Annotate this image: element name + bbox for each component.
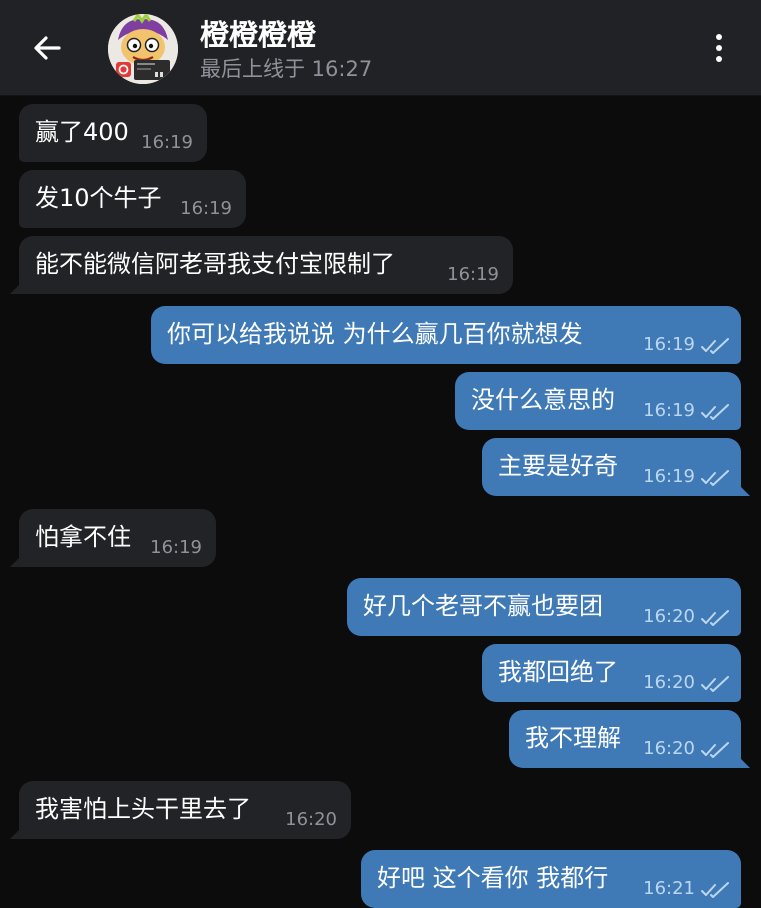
message-text: 赢了400 <box>35 118 129 146</box>
message-bubble-incoming[interactable]: 赢了400 16:19 <box>19 104 207 162</box>
message-time: 16:19 <box>150 537 202 558</box>
message-bubble-incoming[interactable]: 发10个牛子 16:19 <box>19 170 246 228</box>
message-text: 发10个牛子 <box>35 184 162 212</box>
chat-header: 橙橙橙橙 最后上线于 16:27 <box>0 0 761 96</box>
double-check-icon <box>701 338 729 354</box>
message-bubble-outgoing[interactable]: 你可以给我说说 为什么赢几百你就想发 16:19 <box>151 306 741 364</box>
message-bubble-outgoing[interactable]: 我不理解 16:20 <box>509 710 741 768</box>
message-time: 16:19 <box>643 334 695 355</box>
message-text: 主要是好奇 <box>498 452 618 480</box>
double-check-icon <box>701 676 729 692</box>
message-bubble-outgoing[interactable]: 没什么意思的 16:19 <box>455 372 741 430</box>
message-time: 16:19 <box>447 264 499 285</box>
message-bubble-incoming[interactable]: 我害怕上头干里去了 16:20 <box>19 781 351 839</box>
message-bubble-outgoing[interactable]: 好几个老哥不赢也要团 16:20 <box>347 578 741 636</box>
last-seen-status: 最后上线于 16:27 <box>200 57 373 81</box>
message-bubble-incoming[interactable]: 能不能微信阿老哥我支付宝限制了 16:19 <box>19 236 513 294</box>
message-time: 16:19 <box>180 198 232 219</box>
message-time: 16:19 <box>141 132 193 153</box>
message-text: 你可以给我说说 为什么赢几百你就想发 <box>167 320 583 348</box>
message-text: 没什么意思的 <box>471 386 615 414</box>
message-time: 16:20 <box>643 672 695 693</box>
double-check-icon <box>701 742 729 758</box>
message-list[interactable]: 赢了400 16:19 发10个牛子 16:19 能不能微信阿老哥我支付宝限制了… <box>0 96 761 908</box>
double-check-icon <box>701 882 729 898</box>
contact-avatar[interactable] <box>108 14 178 84</box>
contact-name[interactable]: 橙橙橙橙 <box>200 12 316 54</box>
message-bubble-outgoing[interactable]: 主要是好奇 16:19 <box>482 438 741 496</box>
message-time: 16:20 <box>643 738 695 759</box>
message-bubble-outgoing[interactable]: 好吧 这个看你 我都行 16:21 <box>361 850 741 908</box>
message-text: 好吧 这个看你 我都行 <box>377 864 609 892</box>
message-bubble-incoming[interactable]: 怕拿不住 16:19 <box>19 509 216 567</box>
message-text: 好几个老哥不赢也要团 <box>363 592 603 620</box>
double-check-icon <box>701 470 729 486</box>
arrow-left-icon <box>34 36 61 60</box>
message-bubble-outgoing[interactable]: 我都回绝了 16:20 <box>482 644 741 702</box>
message-text: 我害怕上头干里去了 <box>35 795 251 823</box>
double-check-icon <box>701 404 729 420</box>
message-time: 16:19 <box>643 466 695 487</box>
message-text: 怕拿不住 <box>35 523 131 551</box>
message-time: 16:21 <box>643 878 695 899</box>
message-time: 16:19 <box>643 400 695 421</box>
message-text: 我都回绝了 <box>498 658 618 686</box>
double-check-icon <box>701 610 729 626</box>
message-text: 能不能微信阿老哥我支付宝限制了 <box>35 250 395 278</box>
more-options-button[interactable] <box>700 28 738 68</box>
more-vertical-icon <box>716 34 722 40</box>
message-time: 16:20 <box>643 606 695 627</box>
message-text: 我不理解 <box>525 724 621 752</box>
back-button[interactable] <box>22 26 72 70</box>
message-time: 16:20 <box>285 809 337 830</box>
